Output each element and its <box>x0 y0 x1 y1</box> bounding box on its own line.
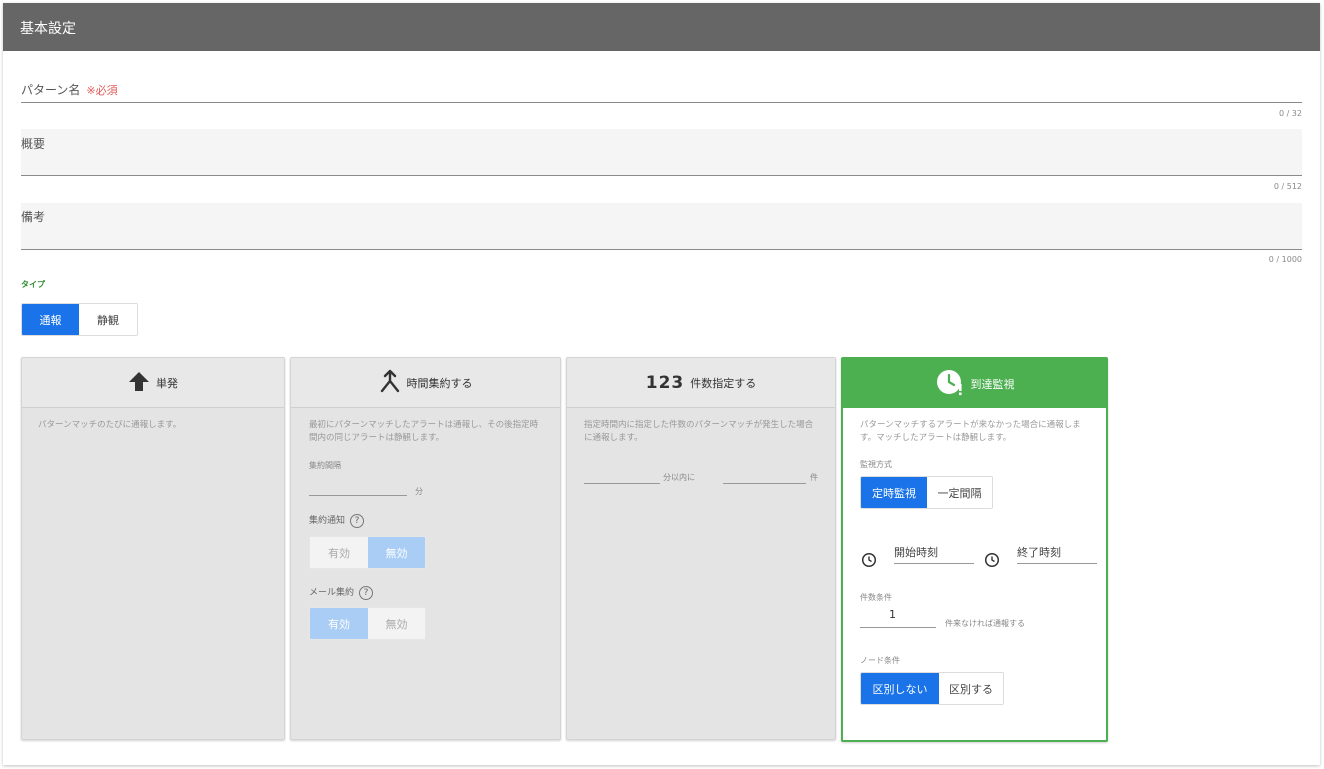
pattern-name-input[interactable] <box>21 73 1302 103</box>
card-single-title: 単発 <box>156 376 178 390</box>
node-condition-toggle: 区別しない 区別する <box>860 672 1004 705</box>
clock-alert-icon <box>935 367 965 401</box>
start-time-underline <box>894 563 974 564</box>
count-minutes-underline <box>584 483 660 484</box>
node-no-distinguish[interactable]: 区別しない <box>861 673 939 704</box>
summary-counter: 0 / 512 <box>1273 182 1302 191</box>
remarks-textarea[interactable] <box>21 203 1302 249</box>
card-single-description: パターンマッチのたびに通報します。 <box>38 420 182 430</box>
mail-aggregate-enabled[interactable]: 有効 <box>310 608 368 639</box>
aggregate-interval-label: 集約間隔 <box>309 461 341 470</box>
method-interval[interactable]: 一定間隔 <box>927 477 992 508</box>
count-condition-label: 件数条件 <box>860 593 892 602</box>
card-count-header[interactable]: 123 件数指定する <box>567 358 835 408</box>
aggregate-notify-disabled[interactable]: 無効 <box>368 537 425 568</box>
clock-icon <box>861 552 877 572</box>
monitor-method-toggle: 定時監視 一定間隔 <box>860 476 993 509</box>
card-time-aggregate-title: 時間集約する <box>406 376 473 390</box>
card-count-description: 指定時間内に指定した件数のパターンマッチが発生した場合に通報します。 <box>584 420 814 443</box>
method-scheduled[interactable]: 定時監視 <box>861 477 927 508</box>
pattern-name-underline <box>21 102 1302 103</box>
node-condition-label: ノード条件 <box>860 656 900 665</box>
panel-title: 基本設定 <box>20 21 76 37</box>
card-arrival-header[interactable]: 到達監視 <box>843 359 1106 408</box>
aggregate-notify-label: 集約通知? <box>309 513 365 528</box>
card-arrival-monitoring[interactable]: 到達監視 パターンマッチするアラートが来なかった場合に通報します。マッチしたアラ… <box>841 357 1108 742</box>
count-number-input[interactable] <box>723 463 806 483</box>
card-single[interactable]: 単発 パターンマッチのたびに通報します。 <box>21 357 285 740</box>
arrow-up-icon <box>128 370 150 396</box>
count-condition-suffix: 件来なければ通報する <box>945 619 1025 628</box>
aggregate-interval-underline <box>309 495 407 496</box>
card-count[interactable]: 123 件数指定する 指定時間内に指定した件数のパターンマッチが発生した場合に通… <box>566 357 836 740</box>
remarks-underline <box>21 249 1302 250</box>
start-time-input[interactable]: 開始時刻 <box>894 544 938 560</box>
card-single-header[interactable]: 単発 <box>22 358 284 408</box>
card-count-title: 件数指定する <box>690 376 757 390</box>
summary-label: 概要 <box>21 137 46 151</box>
help-icon[interactable]: ? <box>350 513 365 528</box>
type-toggle: 通報 静観 <box>21 303 138 336</box>
aggregate-interval-unit: 分 <box>415 487 423 496</box>
count-within-label: 分以内に <box>663 473 695 482</box>
aggregate-interval-input[interactable] <box>309 475 407 495</box>
node-distinguish[interactable]: 区別する <box>939 673 1003 704</box>
card-arrival-title: 到達監視 <box>970 377 1015 391</box>
card-time-aggregate-description: 最初にパターンマッチしたアラートは通報し、その後指定時間内の同じアラートは静観し… <box>309 420 539 443</box>
count-condition-underline <box>860 627 936 628</box>
monitor-method-label: 監視方式 <box>860 460 892 469</box>
basic-settings-panel: 基本設定 パターン名 ※必須 0 / 32 概要 0 / 512 備考 0 / 1… <box>3 3 1320 765</box>
clock-icon <box>984 552 1000 572</box>
panel-header: 基本設定 <box>3 3 1320 51</box>
merge-icon <box>379 369 401 397</box>
type-option-notify[interactable]: 通報 <box>22 304 79 335</box>
type-label: タイプ <box>21 280 45 289</box>
aggregate-notify-toggle: 有効 無効 <box>309 536 426 569</box>
card-arrival-description: パターンマッチするアラートが来なかった場合に通報します。マッチしたアラートは静観… <box>860 420 1081 443</box>
card-time-aggregate-header[interactable]: 時間集約する <box>291 358 560 408</box>
type-option-ignore[interactable]: 静観 <box>79 304 137 335</box>
aggregate-notify-enabled[interactable]: 有効 <box>310 537 368 568</box>
help-icon[interactable]: ? <box>359 585 374 600</box>
end-time-input[interactable]: 終了時刻 <box>1017 544 1061 560</box>
count-number-underline <box>723 483 806 484</box>
count-condition-input[interactable]: 1 <box>889 608 896 621</box>
numbers-icon: 123 <box>645 372 685 393</box>
count-minutes-input[interactable] <box>584 463 660 483</box>
mail-aggregate-label: メール集約? <box>309 585 374 600</box>
pattern-name-counter: 0 / 32 <box>1278 109 1302 118</box>
remarks-label: 備考 <box>21 210 46 224</box>
mail-aggregate-disabled[interactable]: 無効 <box>368 608 425 639</box>
summary-underline <box>21 175 1302 176</box>
end-time-underline <box>1017 563 1097 564</box>
mail-aggregate-toggle: 有効 無効 <box>309 607 426 640</box>
remarks-counter: 0 / 1000 <box>1268 255 1302 264</box>
count-unit-label: 件 <box>810 473 818 482</box>
summary-textarea[interactable] <box>21 129 1302 175</box>
card-time-aggregate[interactable]: 時間集約する 最初にパターンマッチしたアラートは通報し、その後指定時間内の同じア… <box>290 357 561 740</box>
